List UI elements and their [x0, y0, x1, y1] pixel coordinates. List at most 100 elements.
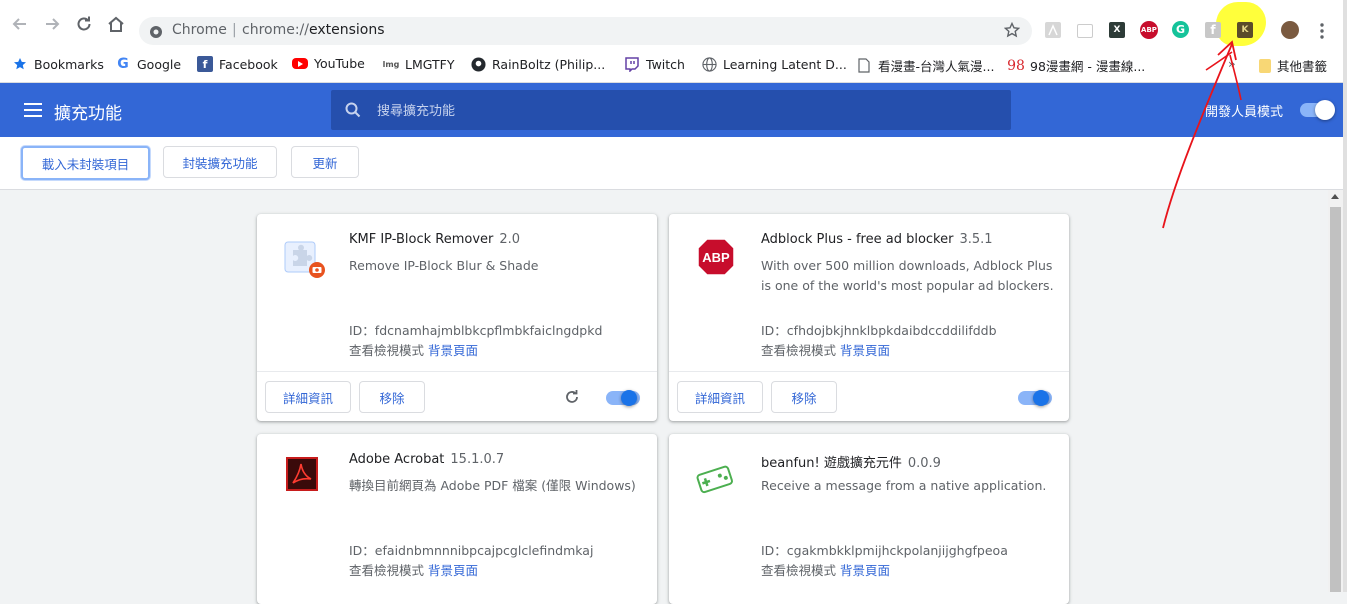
forward-icon[interactable] — [42, 14, 62, 34]
remove-button[interactable]: 移除 — [771, 381, 837, 413]
reload-icon[interactable] — [74, 14, 94, 34]
details-button[interactable]: 詳細資訊 — [677, 381, 763, 413]
acrobat-logo-icon — [283, 456, 325, 498]
search-input[interactable] — [375, 100, 979, 122]
omnibox-chrome-label: Chrome — [172, 22, 227, 38]
extension-id: ID：fdcnamhajmblbkcpflmbkfaiclngdpkd — [349, 323, 603, 338]
home-icon[interactable] — [106, 14, 126, 34]
bookmark-label: 98漫畫網 - 漫畫線... — [1030, 59, 1146, 74]
scrollbar-thumb[interactable] — [1330, 207, 1341, 592]
bookmark-lmgtfy[interactable]: lmg LMGTFY — [383, 56, 455, 72]
x-extension-icon[interactable]: X — [1109, 22, 1125, 38]
profile-avatar[interactable] — [1281, 21, 1299, 39]
abp-extension-icon[interactable]: ABP — [1140, 21, 1158, 39]
ticket-extension-icon[interactable] — [1077, 24, 1093, 38]
menu-icon[interactable] — [1312, 21, 1332, 41]
facebook-icon: f — [197, 56, 213, 72]
bookmark-manga-tw[interactable]: 看漫畫-台灣人氣漫... — [856, 56, 994, 75]
bookmark-learning-latent[interactable]: Learning Latent D... — [701, 56, 847, 72]
extension-id: ID：cgakmbkklpmijhckpolanjijghgfpeoa — [761, 543, 1008, 558]
bookmark-label: Learning Latent D... — [723, 56, 847, 72]
google-icon: G — [117, 56, 129, 72]
inspect-views: 查看檢視模式 背景頁面 — [349, 560, 478, 579]
abp-logo-icon: ABP — [695, 236, 737, 278]
facebook-extension-icon[interactable]: f — [1205, 22, 1221, 38]
extension-enable-toggle[interactable] — [606, 390, 640, 406]
background-page-link[interactable]: 背景頁面 — [428, 343, 478, 358]
puzzle-piece-icon — [283, 236, 325, 278]
omnibox-separator: | — [232, 22, 237, 38]
bookmark-twitch[interactable]: Twitch — [624, 56, 685, 72]
extension-name-text: KMF IP-Block Remover — [349, 232, 494, 247]
extension-id: ID：cfhdojbkjhnklbpkdaibdccddilifddb — [761, 323, 997, 338]
omnibox-url: chrome://extensions — [242, 22, 385, 38]
reload-extension-icon[interactable] — [564, 389, 580, 409]
other-bookmarks-folder[interactable]: 其他書籤 — [1259, 56, 1327, 75]
extension-card-adblock: ABP Adblock Plus - free ad blocker 3.5.1 … — [669, 214, 1069, 421]
bookmarks-overflow-button[interactable]: » — [1228, 56, 1236, 71]
page-title: 擴充功能 — [54, 104, 122, 124]
inspect-views: 查看檢視模式 背景頁面 — [761, 340, 890, 359]
grammarly-extension-icon[interactable]: G — [1172, 21, 1189, 38]
pack-extension-button[interactable]: 封裝擴充功能 — [163, 146, 277, 178]
remove-button[interactable]: 移除 — [359, 381, 425, 413]
extension-name: KMF IP-Block Remover 2.0 — [349, 232, 520, 247]
search-icon — [345, 102, 361, 122]
background-page-link[interactable]: 背景頁面 — [840, 563, 890, 578]
back-icon[interactable] — [10, 14, 30, 34]
bookmark-label: Google — [137, 56, 182, 72]
search-box[interactable] — [331, 90, 1011, 130]
inspect-views-label: 查看檢視模式 — [349, 343, 425, 358]
bookmark-facebook[interactable]: f Facebook — [197, 56, 278, 72]
toggle-knob — [1315, 100, 1335, 120]
load-unpacked-button[interactable]: 載入未封裝項目 — [21, 146, 150, 180]
bookmark-label: Twitch — [646, 56, 685, 72]
developer-mode-toggle[interactable] — [1300, 100, 1335, 120]
background-page-link[interactable]: 背景頁面 — [840, 343, 890, 358]
scroll-up-arrow-icon[interactable] — [1331, 194, 1339, 199]
extension-version: 3.5.1 — [959, 232, 993, 247]
extension-name-text: Adobe Acrobat — [349, 452, 445, 467]
bookmark-label: LMGTFY — [405, 56, 455, 72]
developer-mode-label: 開發人員模式 — [1205, 105, 1284, 120]
bookmark-rainboltz[interactable]: RainBoltz (Philip... — [470, 56, 605, 72]
extension-description: 轉換目前網頁為 Adobe PDF 檔案 (僅限 Windows) — [349, 478, 636, 493]
window-edge — [1343, 0, 1347, 592]
details-button[interactable]: 詳細資訊 — [265, 381, 351, 413]
youtube-icon — [292, 58, 308, 69]
kmf-extension-icon[interactable]: K — [1237, 22, 1253, 38]
bookmark-youtube[interactable]: YouTube — [292, 56, 365, 71]
folder-icon — [1259, 58, 1271, 73]
inspect-views-label: 查看檢視模式 — [349, 563, 425, 578]
address-bar[interactable]: Chrome | chrome://extensions — [139, 17, 1032, 45]
toggle-knob — [621, 390, 637, 406]
browser-toolbar: Chrome | chrome://extensions X ABP G f K — [0, 0, 1347, 48]
background-page-link[interactable]: 背景頁面 — [428, 563, 478, 578]
pdf-extension-icon[interactable] — [1045, 22, 1061, 38]
globe-icon — [701, 56, 717, 72]
bookmark-google[interactable]: G Google — [115, 56, 181, 72]
extension-name-text: beanfun! 遊戲擴充元件 — [761, 456, 902, 471]
bookmark-star-icon[interactable] — [1003, 21, 1021, 42]
inspect-views: 查看檢視模式 背景頁面 — [349, 340, 478, 359]
extension-version: 2.0 — [499, 232, 521, 247]
toggle-knob — [1033, 390, 1049, 406]
page-scrollbar[interactable] — [1328, 190, 1343, 592]
hamburger-menu-icon[interactable] — [24, 103, 42, 117]
bookmark-label: RainBoltz (Philip... — [492, 56, 606, 72]
extension-card-kmf: KMF IP-Block Remover 2.0 Remove IP-Block … — [257, 214, 657, 421]
bookmark-label: YouTube — [314, 56, 365, 71]
url-scheme: chrome:// — [242, 22, 309, 38]
bookmark-98manga[interactable]: 98 98漫畫網 - 漫畫線... — [1007, 56, 1146, 75]
extension-name: Adblock Plus - free ad blocker 3.5.1 — [761, 232, 993, 247]
bookmark-label: Bookmarks — [34, 56, 104, 72]
extension-version: 0.0.9 — [907, 456, 941, 471]
extension-id: ID：efaidnbmnnnibpcajpcglclefindmkaj — [349, 543, 594, 558]
inspect-views-label: 查看檢視模式 — [761, 343, 837, 358]
update-button[interactable]: 更新 — [291, 146, 359, 178]
document-icon — [856, 58, 872, 74]
card-divider — [257, 371, 657, 372]
extension-enable-toggle[interactable] — [1018, 390, 1052, 406]
chrome-site-icon — [149, 24, 163, 43]
bookmark-bookmarks[interactable]: Bookmarks — [12, 56, 104, 72]
